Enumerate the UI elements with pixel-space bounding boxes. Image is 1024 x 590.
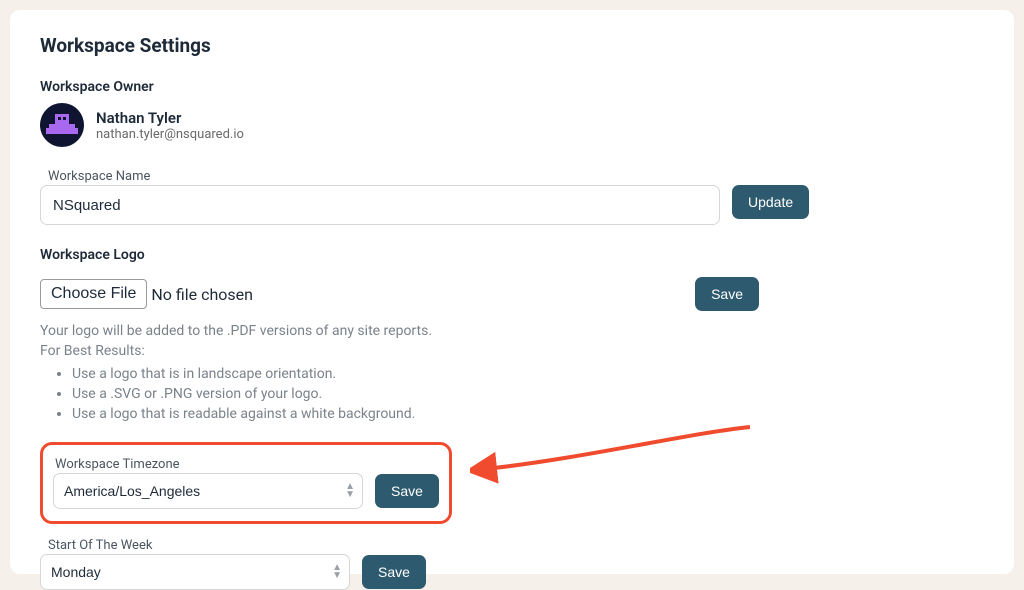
logo-help-item: Use a logo that is readable against a wh… — [72, 404, 984, 424]
avatar — [40, 103, 84, 147]
avatar-pixel-icon — [49, 114, 75, 137]
owner-row: Nathan Tyler nathan.tyler@nsquared.io — [40, 103, 984, 147]
logo-help-intro: Your logo will be added to the .PDF vers… — [40, 321, 984, 341]
timezone-save-button[interactable]: Save — [375, 474, 439, 508]
timezone-highlight-box: Workspace Timezone America/Los_Angeles ▲… — [40, 442, 452, 524]
owner-email: nathan.tyler@nsquared.io — [96, 127, 244, 142]
timezone-select[interactable]: America/Los_Angeles — [53, 473, 363, 509]
logo-help-item: Use a logo that is in landscape orientat… — [72, 364, 984, 384]
settings-card: Workspace Settings Workspace Owner Natha… — [10, 10, 1014, 574]
start-of-week-select[interactable]: Monday — [40, 554, 350, 590]
start-of-week-label: Start Of The Week — [48, 538, 984, 553]
logo-save-button[interactable]: Save — [695, 277, 759, 311]
choose-file-button[interactable]: Choose File — [40, 279, 147, 309]
owner-name: Nathan Tyler — [96, 109, 244, 127]
update-button[interactable]: Update — [732, 185, 809, 219]
timezone-label: Workspace Timezone — [55, 457, 439, 472]
owner-info: Nathan Tyler nathan.tyler@nsquared.io — [96, 109, 244, 142]
workspace-name-input[interactable] — [40, 185, 720, 225]
file-status: No file chosen — [151, 285, 253, 304]
owner-section-label: Workspace Owner — [40, 79, 984, 95]
page-title: Workspace Settings — [40, 34, 984, 57]
workspace-name-label: Workspace Name — [48, 169, 984, 184]
logo-section-label: Workspace Logo — [40, 247, 984, 263]
logo-help-heading: For Best Results: — [40, 341, 984, 361]
logo-help: Your logo will be added to the .PDF vers… — [40, 321, 984, 424]
logo-help-item: Use a .SVG or .PNG version of your logo. — [72, 384, 984, 404]
start-of-week-save-button[interactable]: Save — [362, 555, 426, 589]
annotation-arrow-icon — [470, 415, 770, 495]
